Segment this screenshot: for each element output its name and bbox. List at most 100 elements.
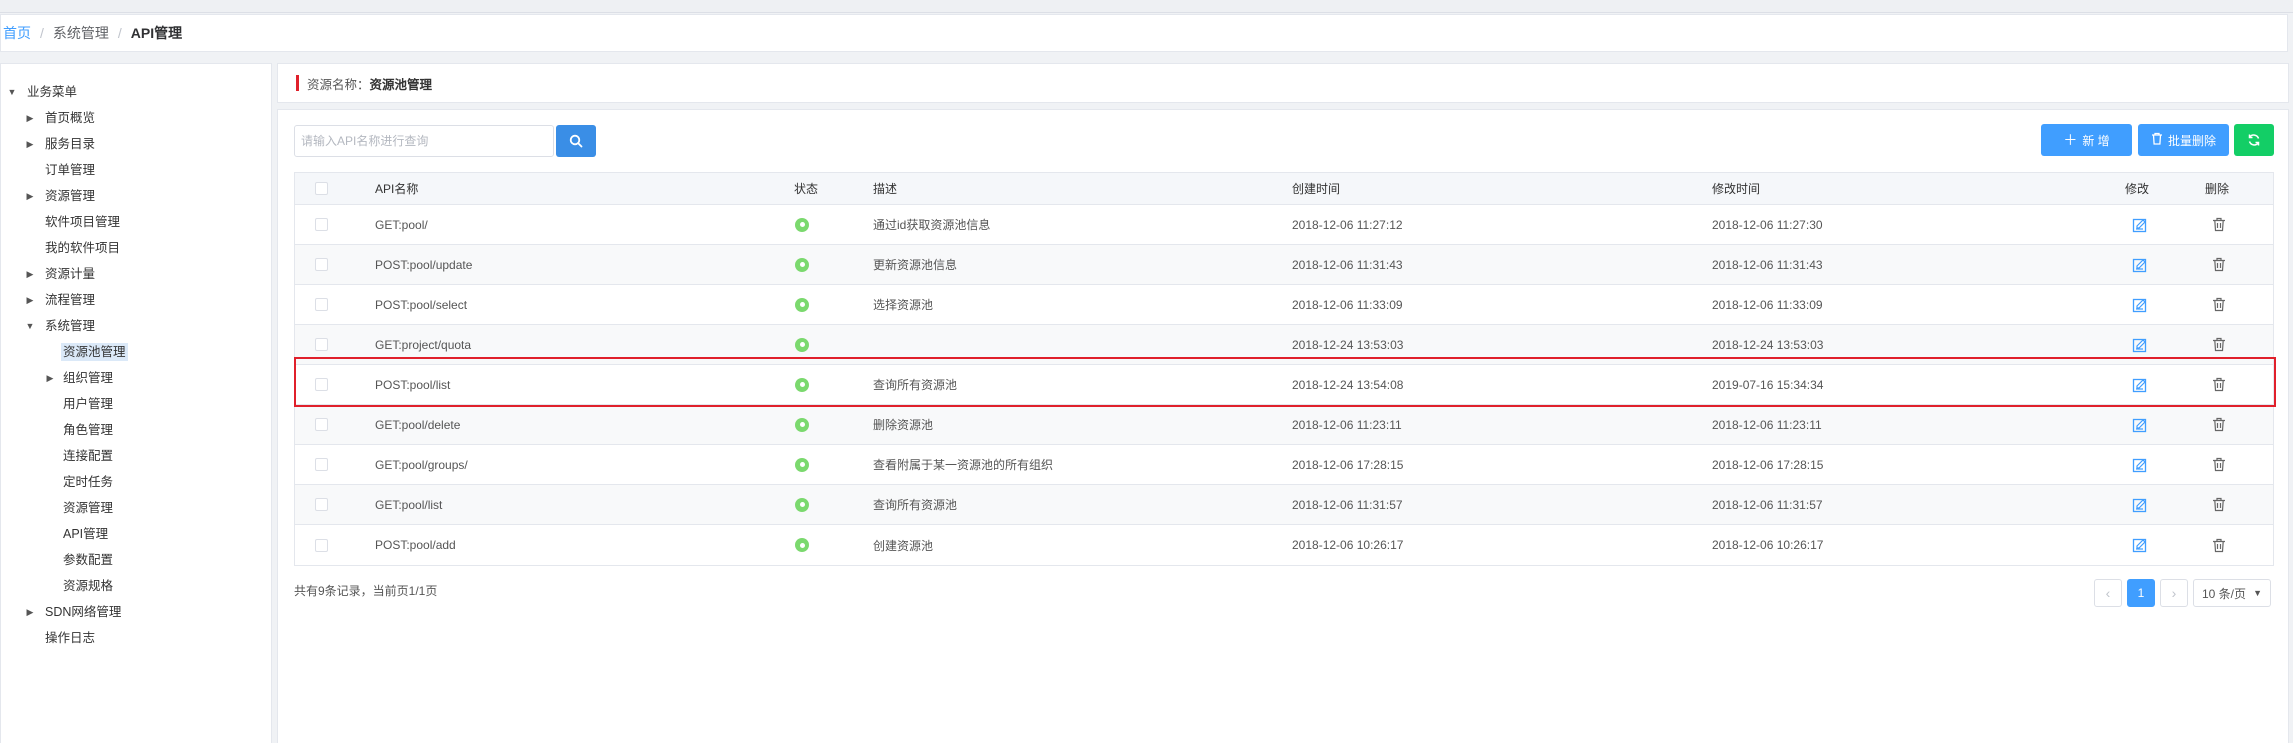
edit-icon[interactable] <box>2132 245 2148 284</box>
edit-icon[interactable] <box>2132 445 2148 484</box>
select-all-checkbox[interactable] <box>315 173 328 204</box>
tree-node-workflow[interactable]: ▶ 流程管理 <box>1 287 271 313</box>
tree-node-org-mgmt[interactable]: ▶ 组织管理 <box>1 365 271 391</box>
caret-down-icon[interactable]: ▼ <box>7 79 17 105</box>
caret-right-icon[interactable]: ▶ <box>25 183 35 209</box>
edit-icon[interactable] <box>2132 485 2148 524</box>
caret-right-icon[interactable]: ▶ <box>25 599 35 625</box>
tree-node-biz-menu[interactable]: ▼ 业务菜单 <box>1 79 271 105</box>
delete-icon[interactable] <box>2212 365 2226 404</box>
cell-created-time: 2018-12-06 11:31:43 <box>1292 257 1403 272</box>
tree-node-label: 组织管理 <box>63 371 114 385</box>
cell-api-name: POST:pool/select <box>375 297 468 312</box>
tree-node-software-project[interactable]: 软件项目管理 <box>1 209 271 235</box>
page-number-button[interactable]: 1 <box>2127 579 2155 607</box>
tree-node-user-mgmt[interactable]: 用户管理 <box>1 391 271 417</box>
delete-icon[interactable] <box>2212 205 2226 244</box>
next-page-button[interactable]: › <box>2160 579 2188 607</box>
tree-node-sdn[interactable]: ▶ SDN网络管理 <box>1 599 271 625</box>
edit-icon[interactable] <box>2132 205 2148 244</box>
cell-api-name: POST:pool/update <box>375 257 473 272</box>
caret-right-icon[interactable]: ▶ <box>25 261 35 287</box>
breadcrumb-section[interactable]: 系统管理 <box>53 23 109 43</box>
tree-node-home-overview[interactable]: ▶ 首页概览 <box>1 105 271 131</box>
edit-icon[interactable] <box>2132 525 2148 565</box>
tree-node-metering[interactable]: ▶ 资源计量 <box>1 261 271 287</box>
tree-node-scheduled-task[interactable]: 定时任务 <box>1 469 271 495</box>
tree-node-resource-mgmt-sub[interactable]: 资源管理 <box>1 495 271 521</box>
cell-description: 选择资源池 <box>873 298 934 312</box>
tree-node-param-config[interactable]: 参数配置 <box>1 547 271 573</box>
tree-node-resource-spec[interactable]: 资源规格 <box>1 573 271 599</box>
caret-right-icon[interactable]: ▶ <box>45 365 55 391</box>
record-summary: 共有9条记录，当前页1/1页 <box>294 584 438 598</box>
cell-api-name: POST:pool/list <box>375 377 451 392</box>
prev-page-button[interactable]: ‹ <box>2094 579 2122 607</box>
delete-icon[interactable] <box>2212 445 2226 484</box>
batch-delete-button[interactable]: 批量删除 <box>2138 124 2229 156</box>
row-checkbox[interactable] <box>315 325 328 364</box>
table-row[interactable]: POST:pool/update 更新资源池信息 2018-12-06 11:31:… <box>295 245 2273 285</box>
cell-description: 创建资源池 <box>873 538 934 553</box>
tree-node-op-log[interactable]: 操作日志 <box>1 625 271 651</box>
table-row[interactable]: POST:pool/select 选择资源池 2018-12-06 11:33:09… <box>295 285 2273 325</box>
row-checkbox[interactable] <box>315 285 328 324</box>
tree-node-system-mgmt[interactable]: ▼ 系统管理 <box>1 313 271 339</box>
edit-icon[interactable] <box>2132 405 2148 444</box>
refresh-button[interactable] <box>2234 124 2274 156</box>
delete-icon[interactable] <box>2212 485 2226 524</box>
tree-node-order-mgmt[interactable]: 订单管理 <box>1 157 271 183</box>
cell-modified-time: 2018-12-06 11:27:30 <box>1712 217 1823 232</box>
tree-node-api-mgmt[interactable]: API管理 <box>1 521 271 547</box>
row-checkbox[interactable] <box>315 365 328 404</box>
row-checkbox[interactable] <box>315 485 328 524</box>
delete-icon[interactable] <box>2212 245 2226 284</box>
cell-modified-time: 2018-12-06 10:26:17 <box>1712 538 1824 552</box>
caret-down-icon[interactable]: ▼ <box>25 313 35 339</box>
row-checkbox[interactable] <box>315 405 328 444</box>
edit-icon[interactable] <box>2132 365 2148 404</box>
caret-right-icon[interactable]: ▶ <box>25 131 35 157</box>
edit-icon[interactable] <box>2132 325 2148 364</box>
delete-icon[interactable] <box>2212 525 2226 565</box>
chevron-right-icon: › <box>2171 585 2177 601</box>
row-checkbox[interactable] <box>315 205 328 244</box>
tree-node-role-mgmt[interactable]: 角色管理 <box>1 417 271 443</box>
tree-node-label: 我的软件项目 <box>45 241 121 255</box>
cell-description: 查询所有资源池 <box>873 498 958 512</box>
table-row[interactable]: GET:project/quota 2018-12-24 13:53:03 2018… <box>295 325 2273 365</box>
search-button[interactable] <box>556 125 596 157</box>
cell-modified-time: 2019-07-16 15:34:34 <box>1712 377 1824 392</box>
caret-right-icon[interactable]: ▶ <box>25 105 35 131</box>
table-row[interactable]: POST:pool/list 查询所有资源池 2018-12-24 13:54:08… <box>295 365 2273 405</box>
add-button-label: 新 增 <box>2082 133 2110 148</box>
table-row[interactable]: GET:pool/delete 删除资源池 2018-12-06 11:23:11 2… <box>295 405 2273 445</box>
table-row[interactable]: GET:pool/groups/查看附属于某一资源池的所有组织 2018-12-0… <box>295 445 2273 485</box>
tree-node-pool-mgmt[interactable]: 资源池管理 <box>1 339 271 365</box>
cell-modified-time: 2018-12-06 11:31:43 <box>1712 257 1823 272</box>
col-header-status: 状态 <box>794 182 819 196</box>
caret-right-icon[interactable]: ▶ <box>25 287 35 313</box>
row-checkbox[interactable] <box>315 525 328 565</box>
row-checkbox[interactable] <box>315 245 328 284</box>
cell-description: 查询所有资源池 <box>873 378 958 392</box>
delete-icon[interactable] <box>2212 405 2226 444</box>
search-input[interactable] <box>294 125 554 157</box>
tree-node-label: 订单管理 <box>45 163 96 177</box>
table-row[interactable]: POST:pool/add 创建资源池 2018-12-06 10:26:17 201… <box>295 525 2273 565</box>
table-row[interactable]: GET:pool/list 查询所有资源池 2018-12-06 11:31:57 2… <box>295 485 2273 525</box>
delete-icon[interactable] <box>2212 285 2226 324</box>
tree-node-resource-mgmt[interactable]: ▶ 资源管理 <box>1 183 271 209</box>
edit-icon[interactable] <box>2132 285 2148 324</box>
row-checkbox[interactable] <box>315 445 328 484</box>
add-button[interactable]: ＋ 新 增 <box>2041 124 2132 156</box>
tree-node-my-software-project[interactable]: 我的软件项目 <box>1 235 271 261</box>
table-row[interactable]: GET:pool/通过id获取资源池信息 2018-12-06 11:27:12 2… <box>295 205 2273 245</box>
tree-node-connection-config[interactable]: 连接配置 <box>1 443 271 469</box>
breadcrumb-separator: / <box>117 25 122 41</box>
delete-icon[interactable] <box>2212 325 2226 364</box>
tree-node-label: 服务目录 <box>45 137 96 151</box>
tree-node-service-catalog[interactable]: ▶ 服务目录 <box>1 131 271 157</box>
breadcrumb-home[interactable]: 首页 <box>3 23 31 43</box>
page-size-select[interactable]: 10 条/页 ▼ <box>2193 579 2271 607</box>
